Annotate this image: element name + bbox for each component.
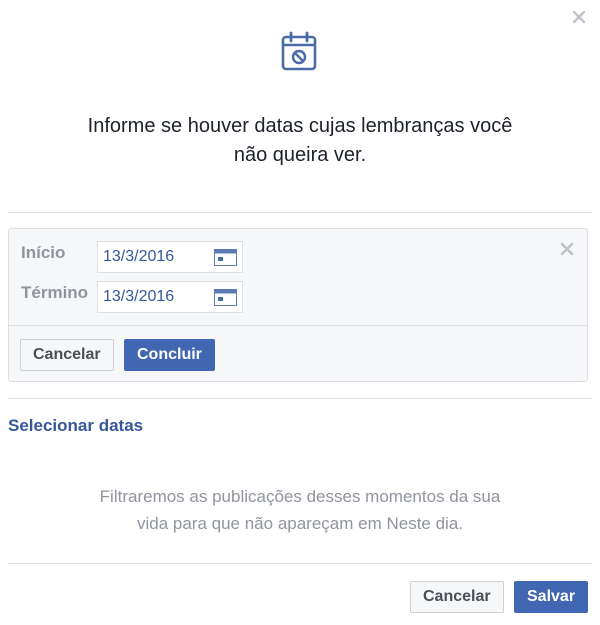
- remove-date-range-icon[interactable]: [559, 241, 575, 257]
- end-date-field[interactable]: [97, 281, 243, 313]
- top-divider: [8, 212, 592, 213]
- start-date-input[interactable]: [98, 242, 213, 272]
- end-date-label: Término: [21, 283, 89, 302]
- close-icon[interactable]: [570, 8, 588, 26]
- panel-cancel-button[interactable]: Cancelar: [20, 339, 114, 371]
- description-line-2: vida para que não apareçam em Neste dia.: [136, 514, 464, 533]
- hide-dates-dialog: Informe se houver datas cujas lembranças…: [0, 0, 600, 625]
- start-date-label: Início: [21, 243, 66, 262]
- calendar-icon[interactable]: [214, 249, 237, 266]
- dialog-headline: Informe se houver datas cujas lembranças…: [0, 112, 600, 170]
- start-date-field[interactable]: [97, 241, 243, 273]
- date-range-panel: Início Término Cancelar Concluir: [8, 228, 588, 382]
- select-dates-link[interactable]: Selecionar datas: [8, 416, 143, 436]
- end-date-input[interactable]: [98, 282, 213, 312]
- calendar-icon[interactable]: [214, 289, 237, 306]
- calendar-blocked-icon: [281, 31, 317, 71]
- bottom-divider: [8, 563, 592, 564]
- panel-done-button[interactable]: Concluir: [124, 339, 215, 371]
- save-button[interactable]: Salvar: [514, 581, 589, 613]
- panel-divider: [9, 325, 587, 326]
- footer-cancel-button[interactable]: Cancelar: [410, 581, 504, 613]
- headline-line-2: não queira ver.: [233, 144, 367, 166]
- headline-line-1: Informe se houver datas cujas lembranças…: [87, 115, 513, 137]
- description-line-1: Filtraremos as publicações desses moment…: [99, 487, 501, 506]
- middle-divider: [8, 398, 592, 399]
- filter-description: Filtraremos as publicações desses moment…: [0, 483, 600, 537]
